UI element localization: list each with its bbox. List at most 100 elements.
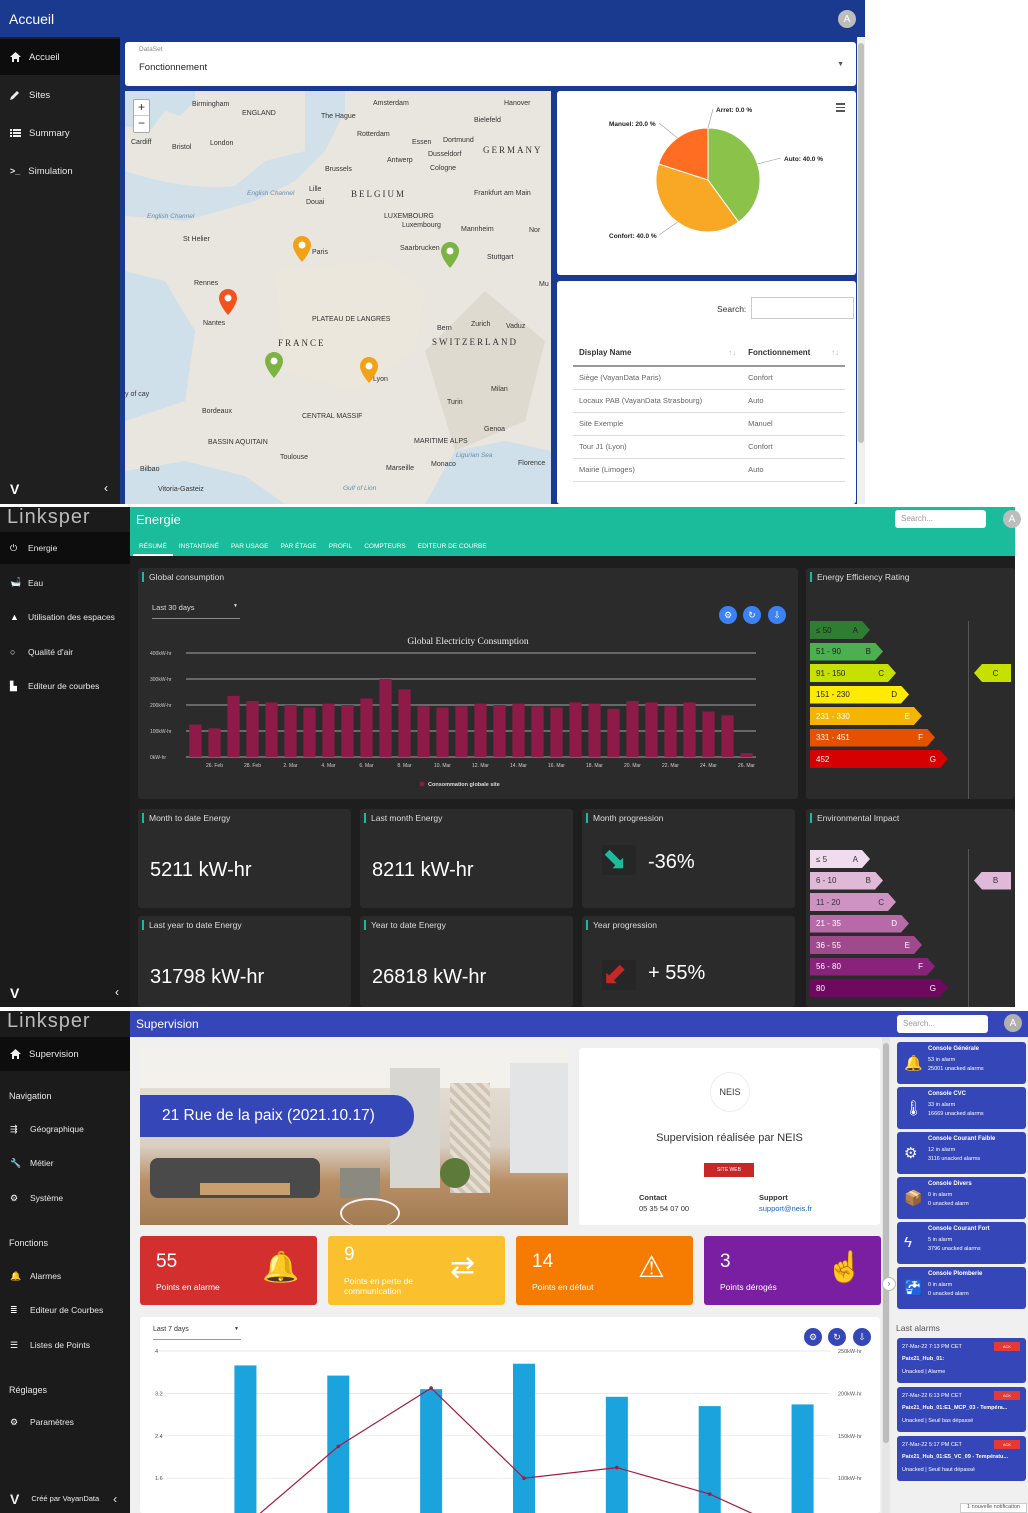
- alarm-card[interactable]: 27-Mar-22 7:13 PM CET ACK Paix21_Hub_01: Un…: [897, 1338, 1026, 1383]
- map-pin-red-icon[interactable]: [219, 289, 237, 315]
- console-card[interactable]: ϟ Console Courant Fort 5 in alarm 3796 unac…: [897, 1222, 1026, 1264]
- zoom-out-button[interactable]: −: [134, 116, 149, 132]
- search-input[interactable]: Search...: [897, 1015, 988, 1033]
- table-row[interactable]: Site Exemple Manuel: [573, 412, 845, 436]
- tab-editeur-de-courbe[interactable]: EDITEUR DE COURBE: [412, 539, 493, 556]
- notification-toast[interactable]: 1 nouvelle notification: [960, 1503, 1027, 1513]
- bar[interactable]: [234, 1365, 257, 1513]
- bar[interactable]: [208, 728, 221, 757]
- sidebar-item-métier[interactable]: 🔧 Métier: [0, 1149, 130, 1177]
- sidebar-item-energie[interactable]: ⏻ Energie: [0, 532, 130, 564]
- sidebar-item-géographique[interactable]: ⇶ Géographique: [0, 1115, 130, 1143]
- ack-button[interactable]: ACK: [994, 1440, 1020, 1449]
- bar[interactable]: [265, 702, 278, 757]
- console-card[interactable]: 🔔 Console Générale 53 in alarm 25001 unacke…: [897, 1042, 1026, 1084]
- tab-instantané[interactable]: INSTANTANÉ: [173, 539, 225, 556]
- bar[interactable]: [683, 702, 696, 757]
- bar[interactable]: [645, 702, 658, 757]
- site-web-button[interactable]: SITE WEB: [704, 1163, 754, 1177]
- sidebar-item-editeur-de-courbes[interactable]: ≣ Editeur de Courbes: [0, 1296, 130, 1324]
- sidebar-item-paramètres[interactable]: ⚙ Paramètres: [0, 1408, 130, 1436]
- bar[interactable]: [531, 706, 544, 757]
- bar[interactable]: [791, 1404, 814, 1513]
- bar[interactable]: [626, 701, 639, 757]
- sidebar-item-utilisation-des-espaces[interactable]: ▲ Utilisation des espaces: [0, 601, 130, 633]
- avatar[interactable]: A: [1004, 1014, 1022, 1032]
- sidebar-item-qualité-d-air[interactable]: ○ Qualité d'air: [0, 636, 130, 668]
- alarm-card[interactable]: 27-Mar-22 6:13 PM CET ACK Paix21_Hub_01:E1…: [897, 1387, 1026, 1432]
- bar[interactable]: [189, 724, 202, 758]
- ack-button[interactable]: ACK: [994, 1342, 1020, 1351]
- bar[interactable]: [512, 703, 525, 757]
- status-tile[interactable]: 55 Points en alarme 🔔: [140, 1236, 317, 1305]
- line-point[interactable]: [429, 1386, 433, 1390]
- bar[interactable]: [417, 706, 430, 757]
- collapse-icon[interactable]: ‹: [104, 481, 108, 495]
- console-card[interactable]: ⚙ Console Courant Faible 12 in alarm 3116 u…: [897, 1132, 1026, 1174]
- column-header-fonctionnement[interactable]: Fonctionnement ↑↓: [742, 340, 845, 367]
- bar[interactable]: [303, 707, 316, 757]
- line-point[interactable]: [707, 1492, 712, 1496]
- expand-icon[interactable]: ›: [882, 1277, 896, 1291]
- alarm-card[interactable]: 27-Mar-22 5:17 PM CET ACK Paix21_Hub_01:E5…: [897, 1436, 1026, 1481]
- map[interactable]: + − Birmingham ENGLAND Cardiff Bristol Londo…: [125, 91, 551, 504]
- bar[interactable]: [360, 698, 373, 758]
- ack-button[interactable]: ACK: [994, 1391, 1020, 1400]
- sidebar-item-accueil[interactable]: Accueil: [0, 39, 120, 75]
- map-pin-orange-icon[interactable]: [360, 357, 378, 383]
- bar[interactable]: [740, 753, 753, 757]
- sidebar-item-alarmes[interactable]: 🔔 Alarmes: [0, 1262, 130, 1290]
- bar[interactable]: [436, 707, 449, 757]
- tab-par-étage[interactable]: PAR ÉTAGE: [274, 539, 322, 556]
- scrollbar[interactable]: [857, 37, 865, 504]
- dataset-select[interactable]: DataSet Fonctionnement ▼: [125, 42, 856, 86]
- bar[interactable]: [550, 707, 563, 757]
- column-header-display-name[interactable]: Display Name ↑↓: [573, 340, 743, 367]
- bar[interactable]: [569, 702, 582, 757]
- bar[interactable]: [607, 708, 620, 757]
- sidebar-item-editeur-de-courbes[interactable]: ▙ Editeur de courbes: [0, 670, 130, 702]
- table-row[interactable]: Mairie (Limoges) Auto: [573, 458, 845, 482]
- line-point[interactable]: [336, 1444, 341, 1449]
- console-card[interactable]: 🚰 Console Plomberie 0 in alarm 0 unacked al…: [897, 1267, 1026, 1309]
- status-tile[interactable]: 3 Points dérogés ☝: [704, 1236, 881, 1305]
- avatar[interactable]: A: [1003, 510, 1021, 528]
- sidebar-item-summary[interactable]: Summary: [0, 115, 120, 151]
- bar[interactable]: [493, 705, 506, 757]
- bar[interactable]: [322, 703, 335, 757]
- support-link[interactable]: support@neis.fr: [759, 1204, 812, 1213]
- table-row[interactable]: Tour J1 (Lyon) Confort: [573, 435, 845, 459]
- bar[interactable]: [379, 679, 392, 757]
- tab-résumé[interactable]: RÉSUMÉ: [133, 539, 173, 556]
- line-point[interactable]: [615, 1465, 619, 1470]
- tab-profil[interactable]: PROFIL: [323, 539, 358, 556]
- legend-label[interactable]: Consommation globale site: [428, 782, 500, 788]
- table-row[interactable]: Siège (VayanData Paris) Confort: [573, 366, 845, 390]
- sidebar-item-listes-de-points[interactable]: ☰ Listes de Points: [0, 1331, 130, 1359]
- map-pin-green-icon[interactable]: [265, 352, 283, 378]
- avatar[interactable]: A: [838, 10, 856, 28]
- console-card[interactable]: 📦 Console Divers 0 in alarm 0 unacked alarm: [897, 1177, 1026, 1219]
- bar[interactable]: [341, 705, 354, 757]
- bar[interactable]: [284, 705, 297, 757]
- sidebar-item-simulation[interactable]: >_ Simulation: [0, 153, 120, 189]
- sidebar-item-eau[interactable]: 🛁 Eau: [0, 567, 130, 599]
- line-point[interactable]: [522, 1476, 526, 1480]
- console-card[interactable]: 🌡 Console CVC 33 in alarm 16669 unacked ala…: [897, 1087, 1026, 1129]
- status-tile[interactable]: 9 Points en perte de communication ⇄: [328, 1236, 505, 1305]
- sidebar-item-système[interactable]: ⚙ Système: [0, 1184, 130, 1212]
- sidebar-item-sites[interactable]: Sites: [0, 77, 120, 113]
- tab-par-usage[interactable]: PAR USAGE: [225, 539, 274, 556]
- bar[interactable]: [327, 1375, 350, 1513]
- tab-compteurs[interactable]: COMPTEURS: [358, 539, 412, 556]
- bar[interactable]: [513, 1363, 535, 1513]
- bar[interactable]: [398, 689, 411, 757]
- bar[interactable]: [664, 706, 677, 757]
- search-input[interactable]: [751, 297, 854, 319]
- map-pin-green-icon[interactable]: [441, 242, 459, 268]
- collapse-icon[interactable]: ‹: [113, 1492, 117, 1506]
- bar[interactable]: [702, 711, 715, 758]
- bar[interactable]: [605, 1396, 628, 1513]
- sidebar-item-supervision[interactable]: Supervision: [0, 1037, 130, 1071]
- search-input[interactable]: Search...: [895, 510, 986, 528]
